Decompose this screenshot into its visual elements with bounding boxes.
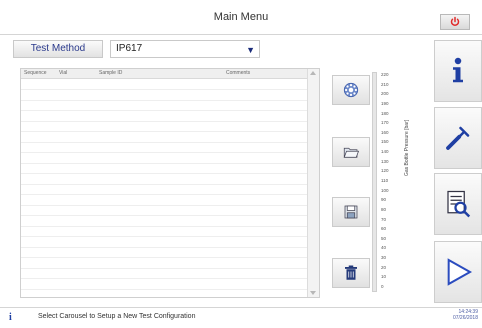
table-row[interactable] <box>21 194 309 195</box>
table-row[interactable] <box>21 141 309 143</box>
save-icon <box>344 205 358 219</box>
pressure-tick: 210 <box>381 81 389 87</box>
table-row[interactable] <box>21 246 309 248</box>
table-row[interactable] <box>21 152 309 153</box>
column-header-sample-id: Sample ID <box>99 70 123 76</box>
pressure-tick: 140 <box>381 149 389 155</box>
table-scrollbar[interactable] <box>307 69 319 297</box>
open-button[interactable] <box>332 137 370 167</box>
report-search-icon <box>447 190 471 218</box>
pressure-tick: 120 <box>381 168 389 174</box>
test-method-select[interactable]: IP617 ▼ <box>110 40 260 58</box>
pressure-tick: 80 <box>381 206 387 212</box>
clock: 14:24:39 07/26/2018 <box>440 309 478 321</box>
sequence-table: Sequence Vial Sample ID Comments <box>20 68 320 298</box>
pressure-tick: 70 <box>381 216 387 222</box>
scroll-down-icon[interactable] <box>310 291 316 295</box>
delete-button[interactable] <box>332 258 370 288</box>
table-row[interactable] <box>21 89 309 90</box>
report-button[interactable] <box>434 173 482 235</box>
pressure-tick: 190 <box>381 100 389 106</box>
table-row[interactable] <box>21 173 309 174</box>
pressure-tick: 220 <box>381 72 389 77</box>
power-icon <box>450 16 460 26</box>
play-icon <box>447 258 473 286</box>
pressure-tick: 200 <box>381 91 389 97</box>
pressure-bar <box>372 72 377 292</box>
table-row[interactable] <box>21 183 309 185</box>
table-row[interactable] <box>21 267 309 269</box>
carousel-icon <box>343 82 359 98</box>
table-row[interactable] <box>21 99 309 101</box>
status-info-icon: i <box>9 312 12 323</box>
table-row[interactable] <box>21 215 309 216</box>
pressure-tick: 10 <box>381 274 387 280</box>
table-row[interactable] <box>21 236 309 237</box>
test-method-value: IP617 <box>116 43 143 54</box>
pressure-tick: 20 <box>381 264 387 270</box>
table-row[interactable] <box>21 257 309 258</box>
save-button[interactable] <box>332 197 370 227</box>
info-button[interactable] <box>434 40 482 102</box>
status-message: Select Carousel to Setup a New Test Conf… <box>38 313 196 320</box>
folder-open-icon <box>343 147 360 158</box>
tools-button[interactable] <box>434 107 482 169</box>
pressure-tick: 170 <box>381 120 389 126</box>
pressure-tick: 110 <box>381 178 389 183</box>
page-title: Main Menu <box>213 11 269 23</box>
table-header: Sequence Vial Sample ID Comments <box>21 69 309 79</box>
pressure-tick: 0 <box>381 284 384 289</box>
pressure-tick: 150 <box>381 139 389 145</box>
pressure-gauge: 220 210 200 190 180 170 160 150 140 130 120 110 100 9… <box>372 72 412 298</box>
dropdown-arrow-icon[interactable]: ▼ <box>246 42 255 58</box>
pressure-tick: 40 <box>381 245 387 251</box>
pressure-tick: 50 <box>381 235 387 241</box>
table-row[interactable] <box>21 110 309 111</box>
start-button[interactable] <box>434 241 482 303</box>
pressure-tick: 100 <box>381 187 389 193</box>
test-method-button[interactable]: Test Method <box>13 40 103 58</box>
column-header-sequence: Sequence <box>24 70 47 76</box>
trash-icon <box>345 265 357 280</box>
table-row[interactable] <box>21 162 309 164</box>
table-row[interactable] <box>21 120 309 122</box>
column-header-vial: Vial <box>59 70 68 76</box>
table-row[interactable] <box>21 288 309 290</box>
pressure-tick: 90 <box>381 197 387 203</box>
pressure-tick: 180 <box>381 110 389 116</box>
table-row[interactable] <box>21 131 309 132</box>
pressure-tick: 160 <box>381 129 389 135</box>
pressure-tick: 60 <box>381 226 387 232</box>
power-button[interactable] <box>440 14 470 30</box>
pressure-tick: 30 <box>381 255 387 261</box>
table-row[interactable] <box>21 204 309 206</box>
pressure-tick: 130 <box>381 158 389 164</box>
column-header-comments: Comments <box>226 70 251 76</box>
wrench-icon <box>446 126 470 150</box>
info-icon <box>453 57 463 83</box>
scroll-up-icon[interactable] <box>310 71 316 75</box>
pressure-label: Gas Bottle Pressure [bar] <box>404 119 410 176</box>
clock-date: 07/26/2018 <box>452 315 478 321</box>
table-row[interactable] <box>21 225 309 227</box>
table-row[interactable] <box>21 278 309 279</box>
carousel-button[interactable] <box>332 75 370 105</box>
